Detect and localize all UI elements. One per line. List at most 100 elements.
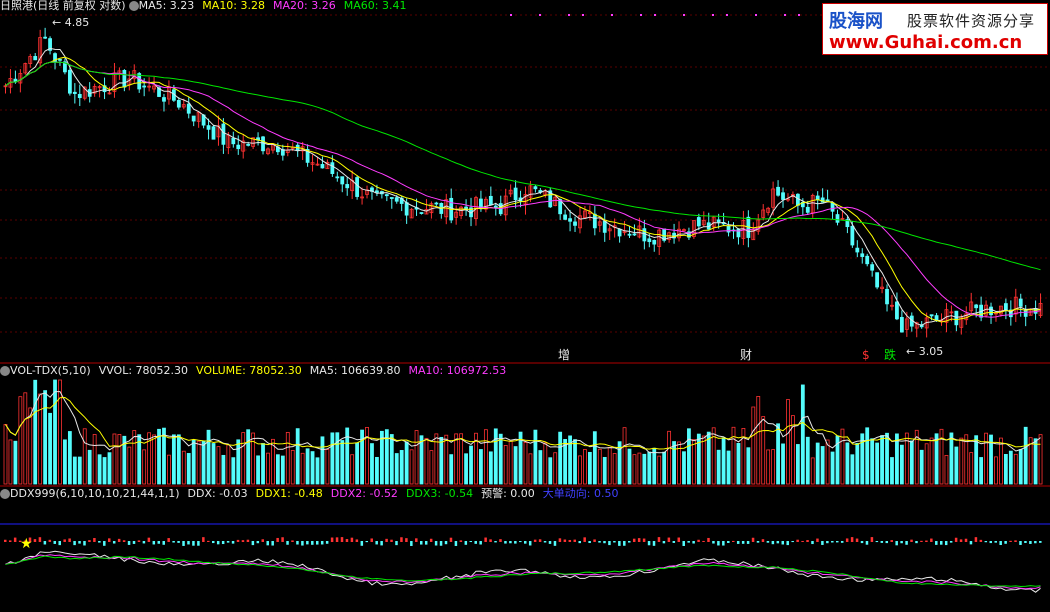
ddx-bar bbox=[78, 541, 81, 544]
ddx-bar bbox=[103, 541, 106, 546]
ddx-bar bbox=[53, 541, 57, 544]
ddx-bar bbox=[598, 541, 601, 543]
ddx-bar bbox=[499, 539, 502, 542]
candle-body bbox=[375, 190, 379, 193]
volume-bar bbox=[909, 440, 914, 485]
candle-body bbox=[795, 193, 800, 206]
ddx-bar bbox=[826, 541, 829, 544]
volume-bar bbox=[152, 434, 156, 485]
volume-bar bbox=[558, 431, 563, 485]
volume-bar bbox=[553, 452, 558, 485]
ddx-bar bbox=[207, 540, 210, 542]
volume-bar bbox=[607, 446, 612, 485]
ddx-bar bbox=[935, 541, 938, 545]
volume-bar bbox=[176, 434, 181, 485]
ddx-bar bbox=[296, 541, 299, 545]
volume-bar bbox=[959, 437, 964, 485]
ddx-bar bbox=[608, 541, 611, 546]
candle-body bbox=[835, 214, 840, 223]
ddx2-label: DDX2: -0.52 bbox=[330, 487, 398, 500]
signal-dot bbox=[654, 14, 656, 16]
settings-gear-icon[interactable] bbox=[128, 1, 139, 11]
candle-body bbox=[805, 206, 810, 213]
volume-bar bbox=[528, 453, 533, 485]
ddx-bar bbox=[241, 540, 245, 542]
volume-bar bbox=[687, 428, 691, 485]
volume-bar bbox=[934, 433, 939, 485]
event-marker: 跌 bbox=[884, 347, 896, 362]
ddx-bar bbox=[434, 541, 438, 546]
ddx-bar bbox=[816, 538, 819, 542]
ddx-bar bbox=[68, 538, 71, 542]
candle-body bbox=[989, 306, 993, 316]
ddx-bar bbox=[459, 540, 463, 542]
candle-body bbox=[72, 91, 77, 94]
ddx-bar bbox=[58, 541, 61, 546]
signal-dot bbox=[755, 14, 757, 16]
volume-bar bbox=[885, 432, 889, 485]
vol-settings-gear-icon[interactable] bbox=[0, 366, 10, 376]
stock-chart[interactable]: ← 4.85 ← 3.05 增 财 $ 跌 ★ bbox=[0, 0, 1050, 608]
candle-body bbox=[647, 238, 652, 243]
ddx-bar bbox=[791, 541, 794, 543]
volume-bar bbox=[112, 433, 117, 485]
volume-bar bbox=[72, 456, 77, 485]
volume-bar bbox=[721, 437, 726, 485]
volume-bar bbox=[488, 451, 493, 485]
ddx-bar bbox=[162, 541, 165, 545]
volume-bar bbox=[583, 449, 587, 485]
volume-bar bbox=[211, 443, 216, 485]
ddx-bar bbox=[538, 539, 542, 542]
signal-dot bbox=[611, 14, 613, 16]
ma20-label: MA20: 3.26 bbox=[273, 0, 336, 12]
main-panel-title: 日照港(日线 前复权 对数) bbox=[0, 0, 126, 12]
ddx-bar bbox=[504, 541, 507, 544]
volume-bar bbox=[701, 435, 706, 485]
volume-bar bbox=[637, 452, 642, 485]
candle-body bbox=[43, 36, 48, 39]
ddx-bar bbox=[38, 537, 42, 542]
volume-bar bbox=[295, 428, 300, 485]
ddx-bar bbox=[801, 540, 804, 542]
ddx-settings-gear-icon[interactable] bbox=[0, 489, 10, 499]
ddx-bar bbox=[657, 537, 661, 542]
volume-bar bbox=[256, 455, 260, 485]
ddx-bar bbox=[925, 540, 928, 542]
ddx-bar bbox=[930, 538, 933, 542]
ddx-bar bbox=[1034, 541, 1037, 544]
ddx-bar bbox=[840, 541, 844, 543]
candle-body bbox=[389, 197, 394, 199]
ddx-bar bbox=[385, 538, 388, 542]
ddx-bar bbox=[276, 537, 279, 542]
volume-bar bbox=[479, 449, 483, 485]
volume-bar bbox=[612, 453, 617, 485]
volume-bar bbox=[523, 441, 528, 485]
logo-slogan: 股票软件资源分享 bbox=[907, 12, 1036, 30]
volume-bar bbox=[672, 441, 676, 485]
volume-bar bbox=[691, 439, 696, 485]
ddx-bar bbox=[712, 541, 715, 544]
ddx-bar bbox=[256, 541, 260, 544]
volume-bar bbox=[48, 412, 52, 485]
ddx-bar bbox=[756, 541, 760, 543]
candle-body bbox=[33, 56, 38, 61]
volume-bar bbox=[251, 432, 256, 485]
candle-body bbox=[830, 202, 835, 212]
ddx-bar bbox=[583, 537, 586, 542]
volume-bar bbox=[498, 433, 503, 485]
ddx-bar bbox=[216, 541, 220, 545]
volume-bar bbox=[642, 453, 647, 485]
signal-dot bbox=[640, 14, 642, 16]
logo-name: 股海网 bbox=[829, 11, 883, 32]
volume-bar bbox=[508, 440, 513, 485]
ddx-bar bbox=[603, 541, 606, 544]
candle-body bbox=[261, 136, 265, 152]
ddx-bar bbox=[533, 539, 537, 542]
volume-bar bbox=[305, 448, 310, 485]
ddx-bar bbox=[994, 541, 997, 543]
candle-body bbox=[929, 314, 934, 317]
candle-body bbox=[954, 310, 959, 326]
volume-bar bbox=[246, 429, 251, 485]
ddx-bar bbox=[697, 539, 700, 542]
ddx-bar bbox=[405, 538, 408, 542]
